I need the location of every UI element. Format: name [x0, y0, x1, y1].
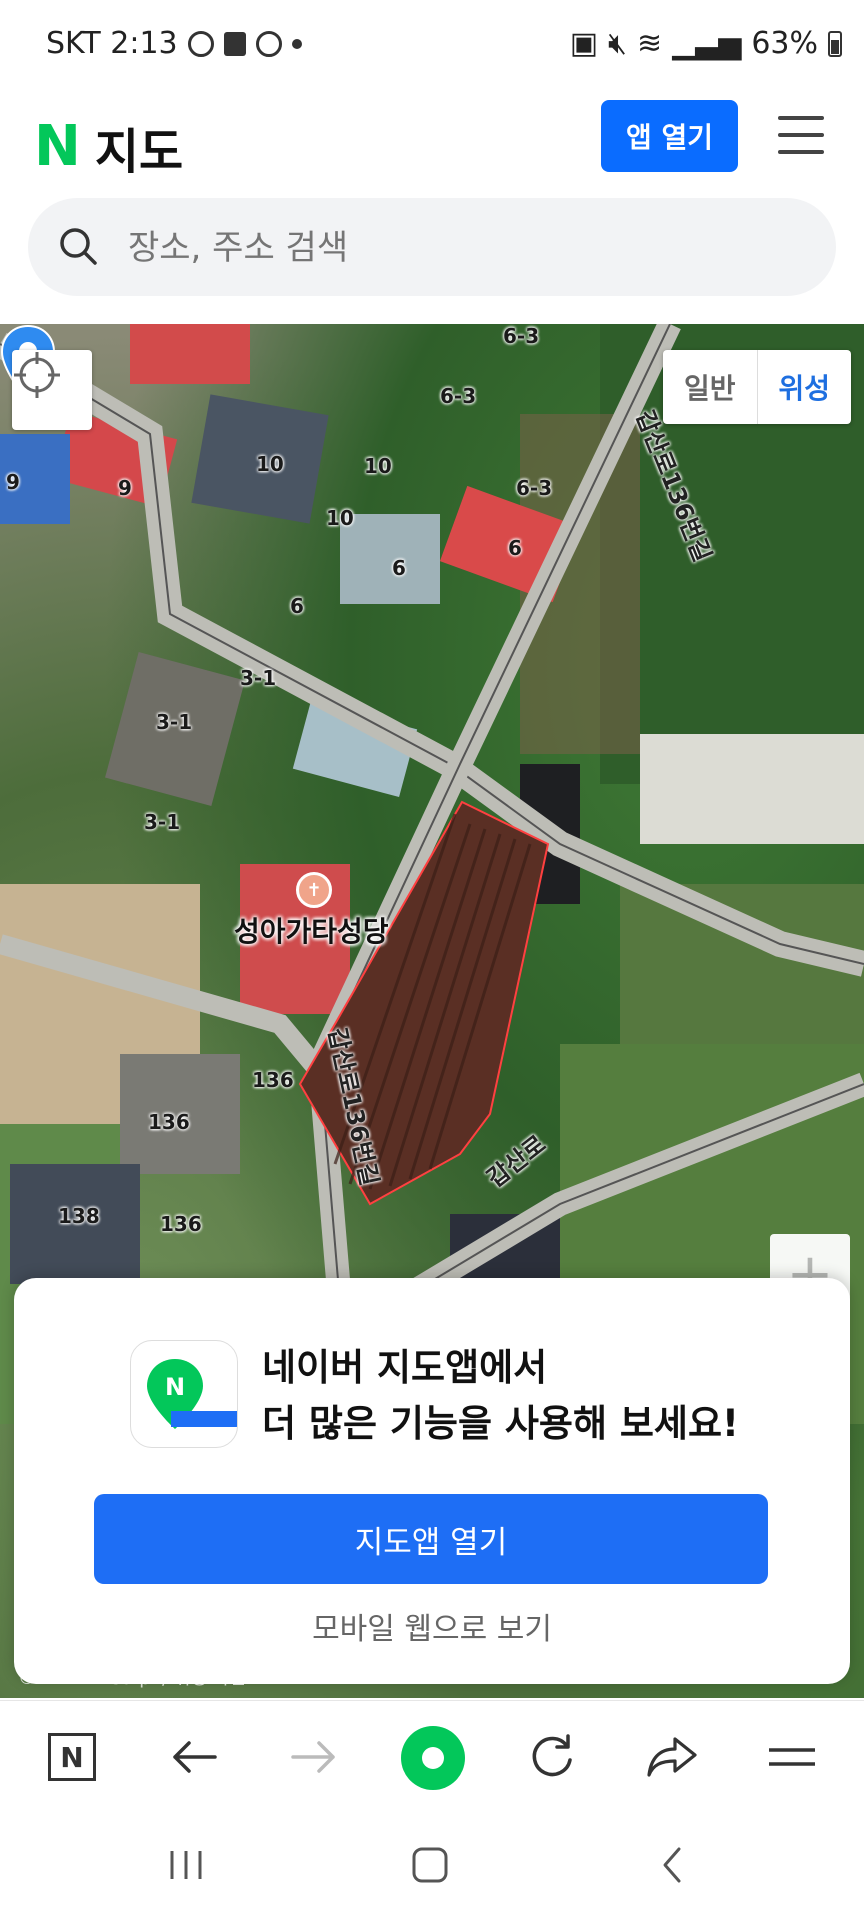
system-nav-bar: [0, 1812, 864, 1920]
lot-label: 6: [392, 556, 406, 580]
refresh-icon: [532, 1734, 572, 1777]
green-dot-icon: [401, 1726, 465, 1790]
lot-label: 136: [160, 1212, 202, 1236]
hamburger-menu-icon[interactable]: [778, 116, 826, 156]
home-icon: [412, 1847, 448, 1883]
cloud-icon: [187, 30, 214, 57]
battery-percent: 63%: [751, 26, 818, 61]
lot-label: 6: [290, 594, 304, 618]
arrow-right-icon: [291, 1741, 335, 1773]
naver-home-icon: N: [48, 1733, 96, 1781]
refresh-button[interactable]: [520, 1725, 584, 1789]
continue-mobile-web-link[interactable]: 모바일 웹으로 보기: [14, 1604, 850, 1648]
naver-map-logo[interactable]: N 지도: [34, 112, 183, 182]
status-left: SKT 2:13: [46, 26, 302, 61]
battery-icon: [828, 30, 842, 57]
back-button[interactable]: [162, 1725, 226, 1789]
lot-label: 9: [6, 470, 20, 494]
lot-label: 136: [252, 1068, 294, 1092]
map-type-normal[interactable]: 일반: [663, 350, 758, 424]
lot-label: 6-3: [440, 384, 477, 408]
recent-apps-button[interactable]: [156, 1840, 216, 1890]
share-icon: [647, 1737, 697, 1777]
sync-icon: [255, 30, 282, 57]
system-back-button[interactable]: [642, 1840, 702, 1890]
signal-icon: ▁▃▅: [672, 26, 742, 61]
mute-icon: 🔇︎: [608, 26, 627, 61]
open-app-button[interactable]: 앱 열기: [601, 100, 738, 172]
share-button[interactable]: [640, 1725, 704, 1789]
lot-label: 3-1: [156, 710, 193, 734]
map-type-satellite[interactable]: 위성: [758, 350, 852, 424]
map-type-toggle: 일반 위성: [663, 350, 851, 424]
forward-button[interactable]: [282, 1725, 346, 1789]
app-header: N 지도 앱 열기: [0, 90, 864, 200]
chevron-left-icon: [663, 1847, 681, 1883]
browser-menu-button[interactable]: [760, 1725, 824, 1789]
promo-title: 네이버 지도앱에서 더 많은 기능을 사용해 보세요!: [262, 1340, 739, 1452]
lot-label: 138: [58, 1204, 100, 1228]
more-notifications-icon: [291, 38, 302, 49]
lot-label: 9: [118, 476, 132, 500]
lot-label: 6-3: [503, 324, 540, 348]
lot-label: 10: [256, 452, 284, 476]
open-map-app-button[interactable]: 지도앱 열기: [94, 1494, 768, 1584]
church-icon[interactable]: ✝: [296, 872, 332, 908]
promo-title-line2: 더 많은 기능을 사용해 보세요!: [262, 1402, 739, 1445]
carrier-time: SKT 2:13: [46, 26, 178, 61]
lot-label: 3-1: [240, 666, 277, 690]
browser-toolbar: N: [0, 1700, 864, 1813]
search-input[interactable]: [126, 198, 770, 298]
poi-label[interactable]: 성아가타성당: [234, 910, 389, 950]
wifi-icon: ≋: [636, 26, 663, 61]
lot-label: 6-3: [516, 476, 553, 500]
recents-icon: [170, 1851, 202, 1879]
svg-text:N: N: [165, 1373, 185, 1401]
home-button[interactable]: [400, 1840, 460, 1890]
app-promo-sheet: N 네이버 지도앱에서 더 많은 기능을 사용해 보세요! 지도앱 열기 모바일…: [14, 1278, 850, 1684]
search-bar[interactable]: [28, 198, 836, 298]
crosshair-icon: [14, 352, 60, 398]
lot-label: 10: [326, 506, 354, 530]
lot-label: 136: [148, 1110, 190, 1134]
menu-lines-icon: [769, 1748, 815, 1766]
current-location-button[interactable]: [12, 350, 92, 430]
promo-title-line1: 네이버 지도앱에서: [262, 1346, 548, 1389]
lot-label: 10: [364, 454, 392, 478]
search-icon: [60, 228, 97, 265]
status-bar: SKT 2:13 ▣ 🔇︎ ≋ ▁▃▅ 63%: [0, 0, 864, 90]
green-dot-button[interactable]: [400, 1725, 466, 1791]
naver-home-button[interactable]: N: [40, 1725, 104, 1789]
status-right: ▣ 🔇︎ ≋ ▁▃▅ 63%: [570, 26, 842, 61]
lot-label: 3-1: [144, 810, 181, 834]
naver-map-app-icon: N: [130, 1340, 238, 1448]
logo-text: 지도: [94, 124, 184, 180]
arrow-left-icon: [173, 1741, 217, 1773]
notification-icon: [223, 31, 246, 56]
battery-saver-icon: ▣: [569, 26, 599, 61]
naver-logo-mark: N: [34, 114, 81, 179]
lot-label: 6: [508, 536, 522, 560]
